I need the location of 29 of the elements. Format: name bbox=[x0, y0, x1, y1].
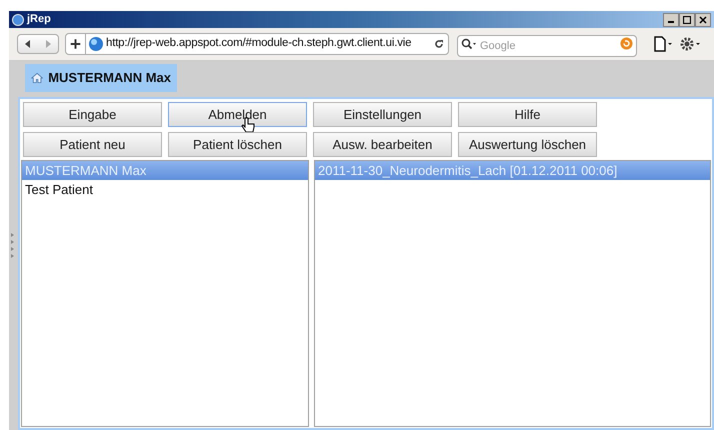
app-tab[interactable]: MUSTERMANN Max bbox=[25, 64, 177, 92]
window-title: jRep bbox=[27, 12, 51, 28]
toolbar-button[interactable]: Ausw. bearbeiten bbox=[313, 132, 452, 157]
settings-icon[interactable] bbox=[679, 36, 701, 52]
page-icon[interactable] bbox=[653, 36, 673, 52]
toolbar-button[interactable]: Einstellungen bbox=[313, 102, 452, 127]
search-field[interactable]: Google bbox=[457, 35, 637, 57]
list-item[interactable]: Test Patient bbox=[22, 180, 308, 199]
toolbar-button[interactable]: Hilfe bbox=[458, 102, 597, 127]
toolbar-button[interactable]: Patient neu bbox=[23, 132, 162, 157]
minimize-button[interactable] bbox=[663, 12, 679, 26]
reload-icon[interactable] bbox=[434, 39, 444, 49]
minimize-icon bbox=[668, 21, 674, 23]
address-bar[interactable]: http://jrep-web.appspot.com/#module-ch.steph.gwt.client.ui.vie bbox=[65, 33, 449, 55]
search-icon bbox=[461, 38, 477, 50]
toolbar-button[interactable]: Eingabe bbox=[23, 102, 162, 127]
toolbar-button[interactable]: Auswertung löschen bbox=[458, 132, 597, 157]
tab-label: MUSTERMANN Max bbox=[48, 69, 171, 88]
close-icon bbox=[699, 16, 707, 24]
url-text: http://jrep-web.appspot.com/#module-ch.steph.gwt.client.ui.vie bbox=[106, 36, 412, 52]
globe-icon bbox=[88, 36, 104, 52]
maximize-button[interactable] bbox=[679, 12, 695, 26]
toolbar-button[interactable]: Patient löschen bbox=[168, 132, 307, 157]
globe-icon bbox=[12, 14, 24, 26]
navigation-buttons[interactable] bbox=[17, 34, 59, 54]
maximize-icon bbox=[683, 16, 691, 24]
splitter-grip-icon[interactable] bbox=[11, 233, 15, 261]
house-icon bbox=[31, 71, 44, 85]
close-button[interactable] bbox=[695, 12, 711, 26]
